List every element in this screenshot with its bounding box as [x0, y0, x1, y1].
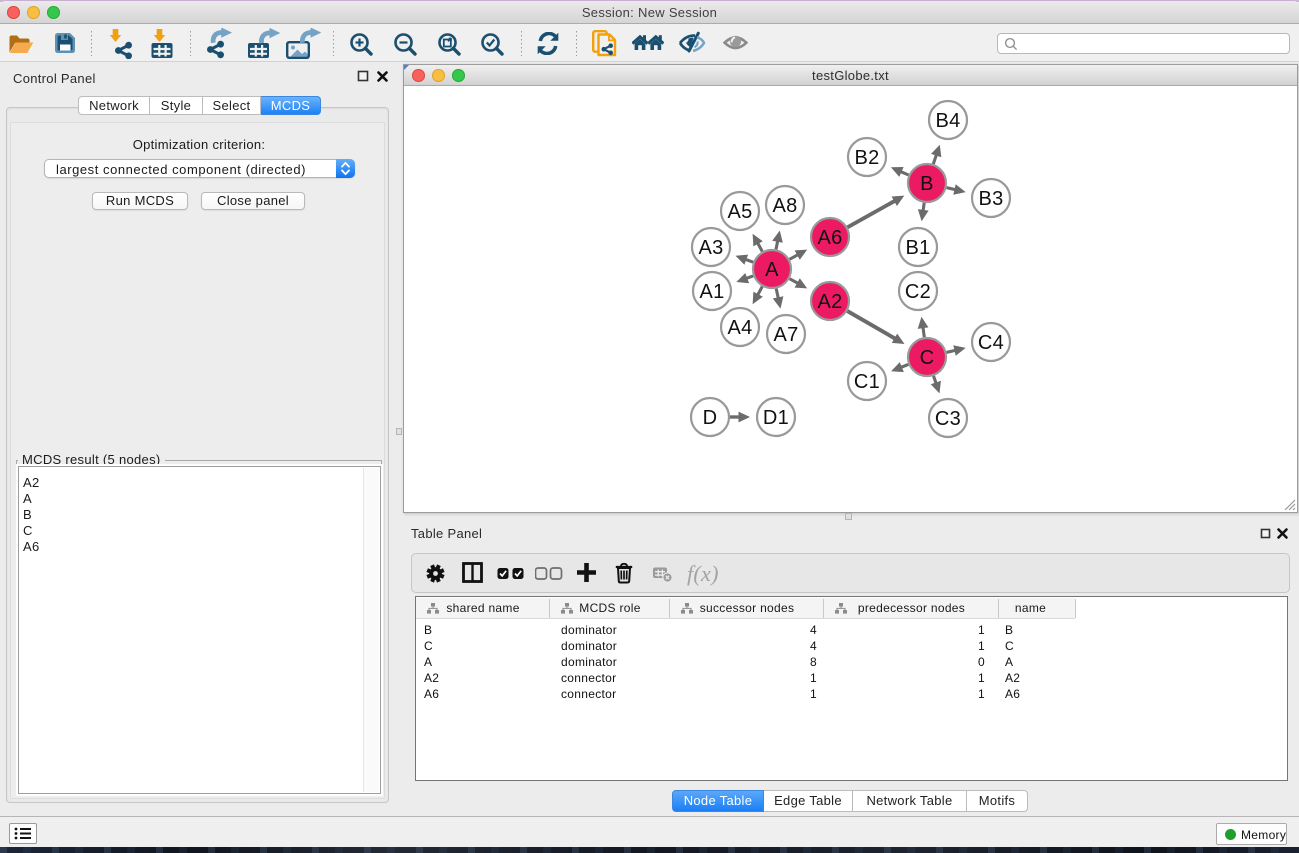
svg-text:A1: A1 — [699, 281, 724, 303]
svg-text:A3: A3 — [698, 237, 723, 259]
svg-text:B3: B3 — [978, 188, 1003, 210]
svg-text:A5: A5 — [727, 201, 752, 223]
svg-text:C4: C4 — [978, 332, 1004, 354]
svg-text:A4: A4 — [727, 317, 752, 339]
svg-text:A7: A7 — [773, 324, 798, 346]
svg-text:C1: C1 — [854, 371, 880, 393]
svg-text:B2: B2 — [854, 147, 879, 169]
svg-text:C: C — [920, 347, 935, 369]
svg-text:D1: D1 — [763, 407, 789, 429]
svg-text:A6: A6 — [817, 227, 842, 249]
svg-text:C2: C2 — [905, 281, 931, 303]
svg-text:A2: A2 — [817, 291, 842, 313]
svg-text:C3: C3 — [935, 408, 961, 430]
svg-text:A8: A8 — [772, 195, 797, 217]
svg-text:B4: B4 — [935, 110, 960, 132]
svg-text:A: A — [765, 259, 779, 281]
svg-text:D: D — [703, 407, 718, 429]
svg-text:B1: B1 — [905, 237, 930, 259]
svg-text:B: B — [920, 173, 934, 195]
